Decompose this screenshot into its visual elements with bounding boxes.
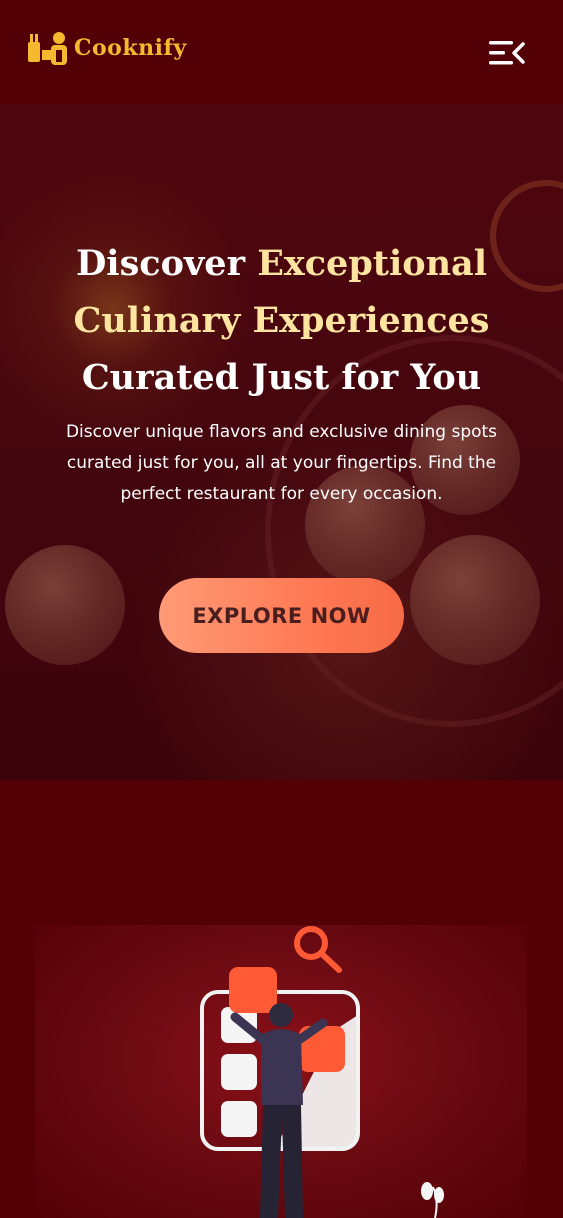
menu-button[interactable] (486, 38, 526, 68)
hero-title-line-1: Discover Exceptional (75, 243, 488, 284)
hero-title: Discover Exceptional Culinary Experience… (0, 235, 563, 406)
menu-collapse-icon (489, 41, 525, 65)
hero-title-line-3: Curated Just for You (81, 357, 482, 398)
logo-link[interactable]: Cooknify (26, 28, 187, 68)
hero-description: Discover unique flavors and exclusive di… (65, 422, 498, 504)
illustration-graphic (200, 926, 444, 1218)
logo-text: Cooknify (74, 35, 187, 61)
chef-logo-icon (28, 32, 67, 65)
site-header: Cooknify (0, 0, 563, 100)
search-illustration (35, 925, 527, 1218)
hero-section: Discover Exceptional Culinary Experience… (0, 105, 563, 780)
plant-decoration (421, 1182, 444, 1218)
hero-title-line-2: Culinary Experiences (73, 300, 490, 341)
explore-now-button[interactable]: EXPLORE NOW (159, 578, 404, 653)
search-icon (294, 926, 342, 973)
